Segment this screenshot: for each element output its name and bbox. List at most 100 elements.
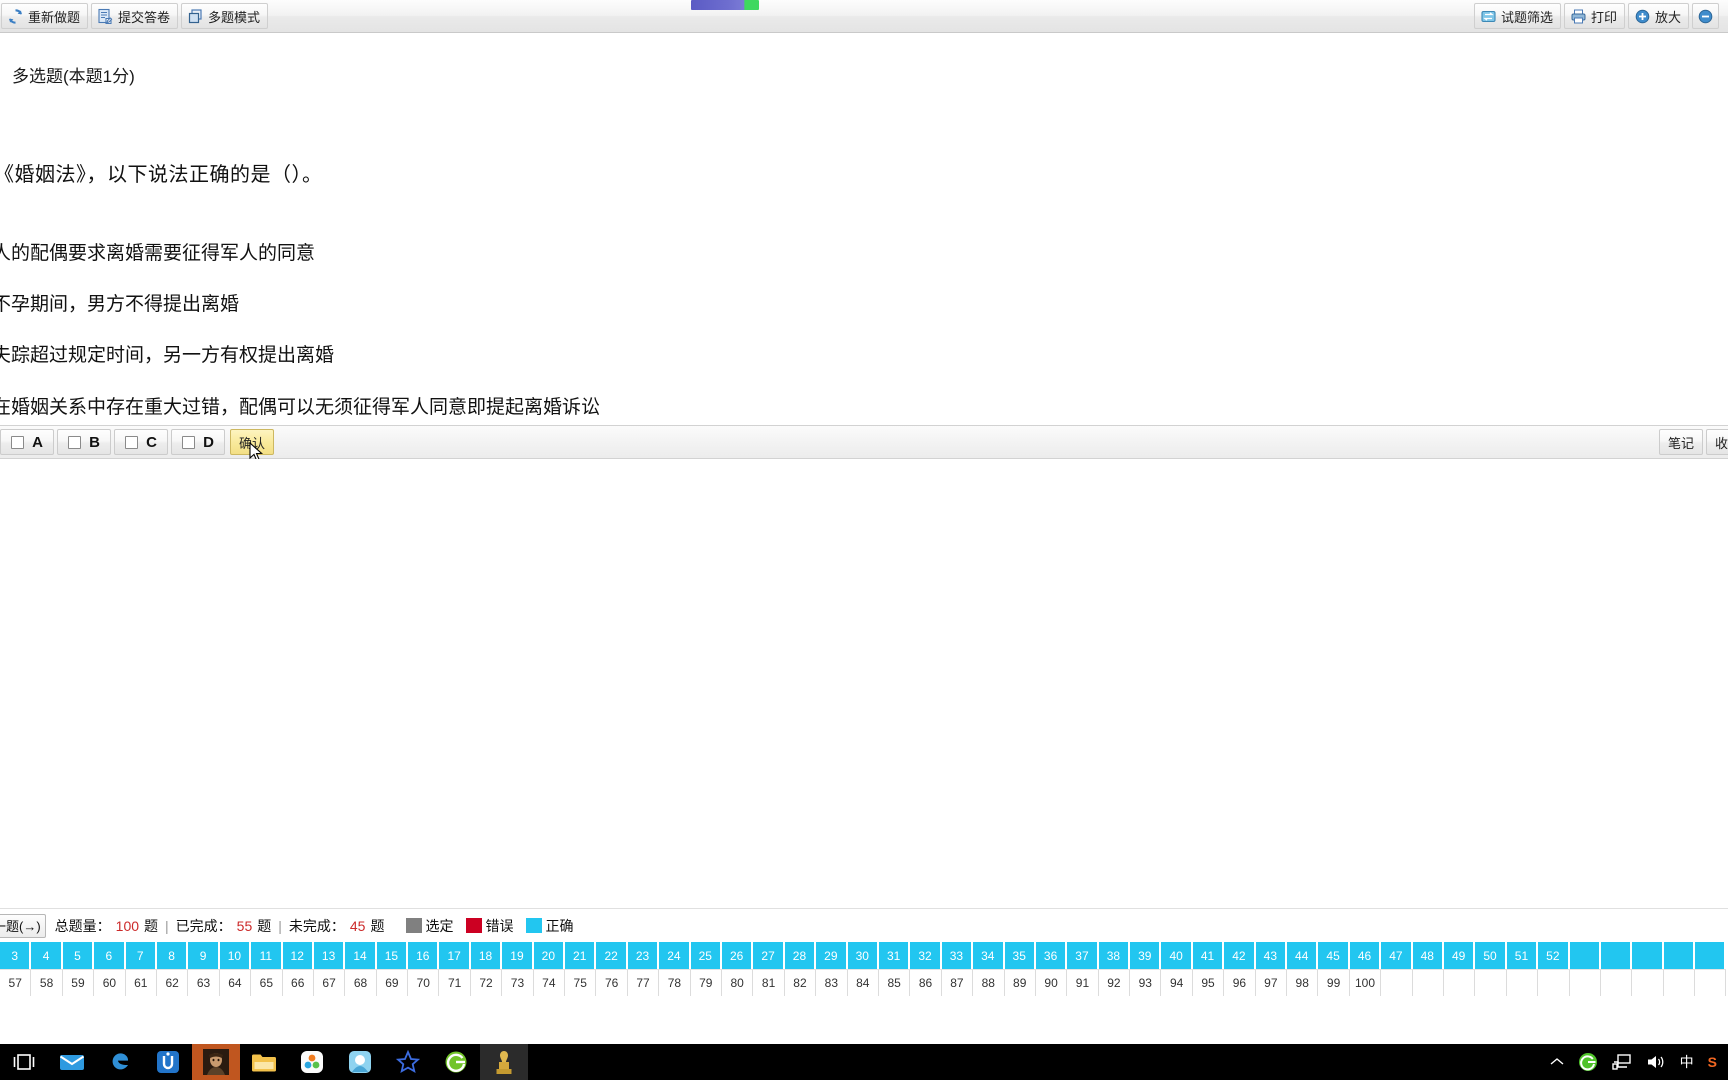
network-icon[interactable]: [1605, 1044, 1639, 1080]
question-cell[interactable]: 73: [502, 969, 534, 996]
question-cell[interactable]: 17: [439, 942, 471, 969]
question-cell[interactable]: 93: [1130, 969, 1162, 996]
question-cell[interactable]: 95: [1192, 969, 1225, 996]
multi-question-mode-button[interactable]: 多题模式: [181, 3, 269, 29]
show-hidden-icons-chevron[interactable]: [1543, 1044, 1571, 1080]
question-cell[interactable]: 69: [376, 969, 409, 996]
question-cell[interactable]: 51: [1506, 942, 1539, 969]
question-cell[interactable]: 44: [1287, 942, 1319, 969]
question-cell[interactable]: 99: [1318, 969, 1350, 996]
question-cell[interactable]: 12: [282, 942, 314, 969]
question-cell[interactable]: 83: [816, 969, 848, 996]
question-cell[interactable]: [1695, 942, 1727, 969]
question-cell[interactable]: 90: [1035, 969, 1068, 996]
question-cell[interactable]: 58: [31, 969, 63, 996]
question-cell[interactable]: 57: [0, 969, 32, 996]
question-cell[interactable]: [1663, 942, 1696, 969]
question-cell[interactable]: 67: [313, 969, 346, 996]
question-cell[interactable]: 35: [1004, 942, 1036, 969]
question-cell[interactable]: 47: [1381, 942, 1413, 969]
question-cell[interactable]: 11: [251, 942, 283, 969]
question-cell[interactable]: 28: [784, 942, 817, 969]
edge-browser-icon[interactable]: [96, 1044, 144, 1080]
choice-a-checkbox[interactable]: [11, 435, 25, 449]
ime-mode-label[interactable]: 中: [1673, 1044, 1701, 1080]
statue-app-icon[interactable]: [480, 1044, 528, 1080]
question-cell[interactable]: 26: [721, 942, 754, 969]
question-cell[interactable]: 88: [973, 969, 1005, 996]
question-cell[interactable]: [1600, 969, 1633, 996]
question-cell[interactable]: 61: [125, 969, 157, 996]
u-app-icon[interactable]: [144, 1044, 192, 1080]
choice-b-checkbox[interactable]: [68, 435, 82, 449]
question-cell[interactable]: 38: [1098, 942, 1131, 969]
green-circle-tray-icon[interactable]: [1571, 1044, 1605, 1080]
question-cell[interactable]: [1569, 942, 1601, 969]
question-cell[interactable]: 49: [1443, 942, 1476, 969]
submit-paper-button[interactable]: 提交答卷: [91, 3, 179, 29]
question-cell[interactable]: [1569, 969, 1601, 996]
question-cell[interactable]: 60: [94, 969, 126, 996]
question-cell[interactable]: 13: [313, 942, 346, 969]
question-cell[interactable]: 94: [1161, 969, 1193, 996]
question-cell[interactable]: 85: [878, 969, 911, 996]
choice-d-button[interactable]: D: [171, 429, 225, 455]
note-button[interactable]: 笔记: [1658, 429, 1703, 455]
question-cell[interactable]: 37: [1067, 942, 1099, 969]
favorite-button[interactable]: 收藏: [1705, 429, 1728, 455]
zoom-in-button[interactable]: 放大: [1627, 3, 1689, 29]
confirm-button[interactable]: 确认: [230, 429, 274, 462]
choice-d-checkbox[interactable]: [182, 435, 196, 449]
question-cell[interactable]: [1538, 969, 1570, 996]
question-cell[interactable]: 50: [1475, 942, 1507, 969]
task-view-icon[interactable]: [0, 1044, 48, 1080]
volume-icon[interactable]: [1639, 1044, 1673, 1080]
question-cell[interactable]: 23: [627, 942, 660, 969]
question-cell[interactable]: 80: [721, 969, 754, 996]
cloud-app-icon[interactable]: [288, 1044, 336, 1080]
question-cell[interactable]: 36: [1035, 942, 1068, 969]
question-cell[interactable]: 46: [1349, 942, 1382, 969]
choice-c-button[interactable]: C: [114, 429, 168, 455]
question-cell[interactable]: 42: [1224, 942, 1256, 969]
question-cell[interactable]: 30: [847, 942, 879, 969]
question-cell[interactable]: 68: [345, 969, 377, 996]
question-cell[interactable]: 76: [596, 969, 628, 996]
question-cell[interactable]: 6: [94, 942, 126, 969]
sogou-ime-icon[interactable]: S: [1701, 1044, 1724, 1080]
question-cell[interactable]: 71: [439, 969, 471, 996]
question-cell[interactable]: 86: [910, 969, 942, 996]
question-cell[interactable]: [1632, 969, 1664, 996]
question-cell[interactable]: 21: [565, 942, 597, 969]
question-cell[interactable]: [1663, 969, 1696, 996]
question-cell[interactable]: 62: [156, 969, 189, 996]
question-cell[interactable]: 27: [753, 942, 785, 969]
question-cell[interactable]: 22: [596, 942, 628, 969]
question-cell[interactable]: 74: [533, 969, 566, 996]
question-cell[interactable]: 14: [345, 942, 377, 969]
question-cell[interactable]: 81: [753, 969, 785, 996]
question-cell[interactable]: [1412, 969, 1444, 996]
question-cell[interactable]: 65: [251, 969, 283, 996]
question-cell[interactable]: 40: [1161, 942, 1193, 969]
blue-app-icon[interactable]: [336, 1044, 384, 1080]
question-cell[interactable]: 4: [31, 942, 63, 969]
choice-a-button[interactable]: A: [0, 429, 54, 455]
question-cell[interactable]: 33: [941, 942, 974, 969]
star-app-icon[interactable]: [384, 1044, 432, 1080]
question-cell[interactable]: 7: [125, 942, 157, 969]
restart-quiz-button[interactable]: 重新做题: [1, 3, 89, 29]
question-cell[interactable]: 48: [1412, 942, 1444, 969]
question-cell[interactable]: 98: [1287, 969, 1319, 996]
question-cell[interactable]: 10: [219, 942, 252, 969]
question-cell[interactable]: [1475, 969, 1507, 996]
question-cell[interactable]: 43: [1255, 942, 1288, 969]
question-cell[interactable]: 16: [408, 942, 440, 969]
question-cell[interactable]: 64: [219, 969, 252, 996]
question-cell[interactable]: 87: [941, 969, 974, 996]
zoom-out-button[interactable]: [1692, 3, 1719, 29]
question-cell[interactable]: 75: [565, 969, 597, 996]
question-cell[interactable]: 92: [1098, 969, 1131, 996]
question-cell[interactable]: [1600, 942, 1633, 969]
question-filter-button[interactable]: 试题筛选: [1473, 3, 1561, 29]
